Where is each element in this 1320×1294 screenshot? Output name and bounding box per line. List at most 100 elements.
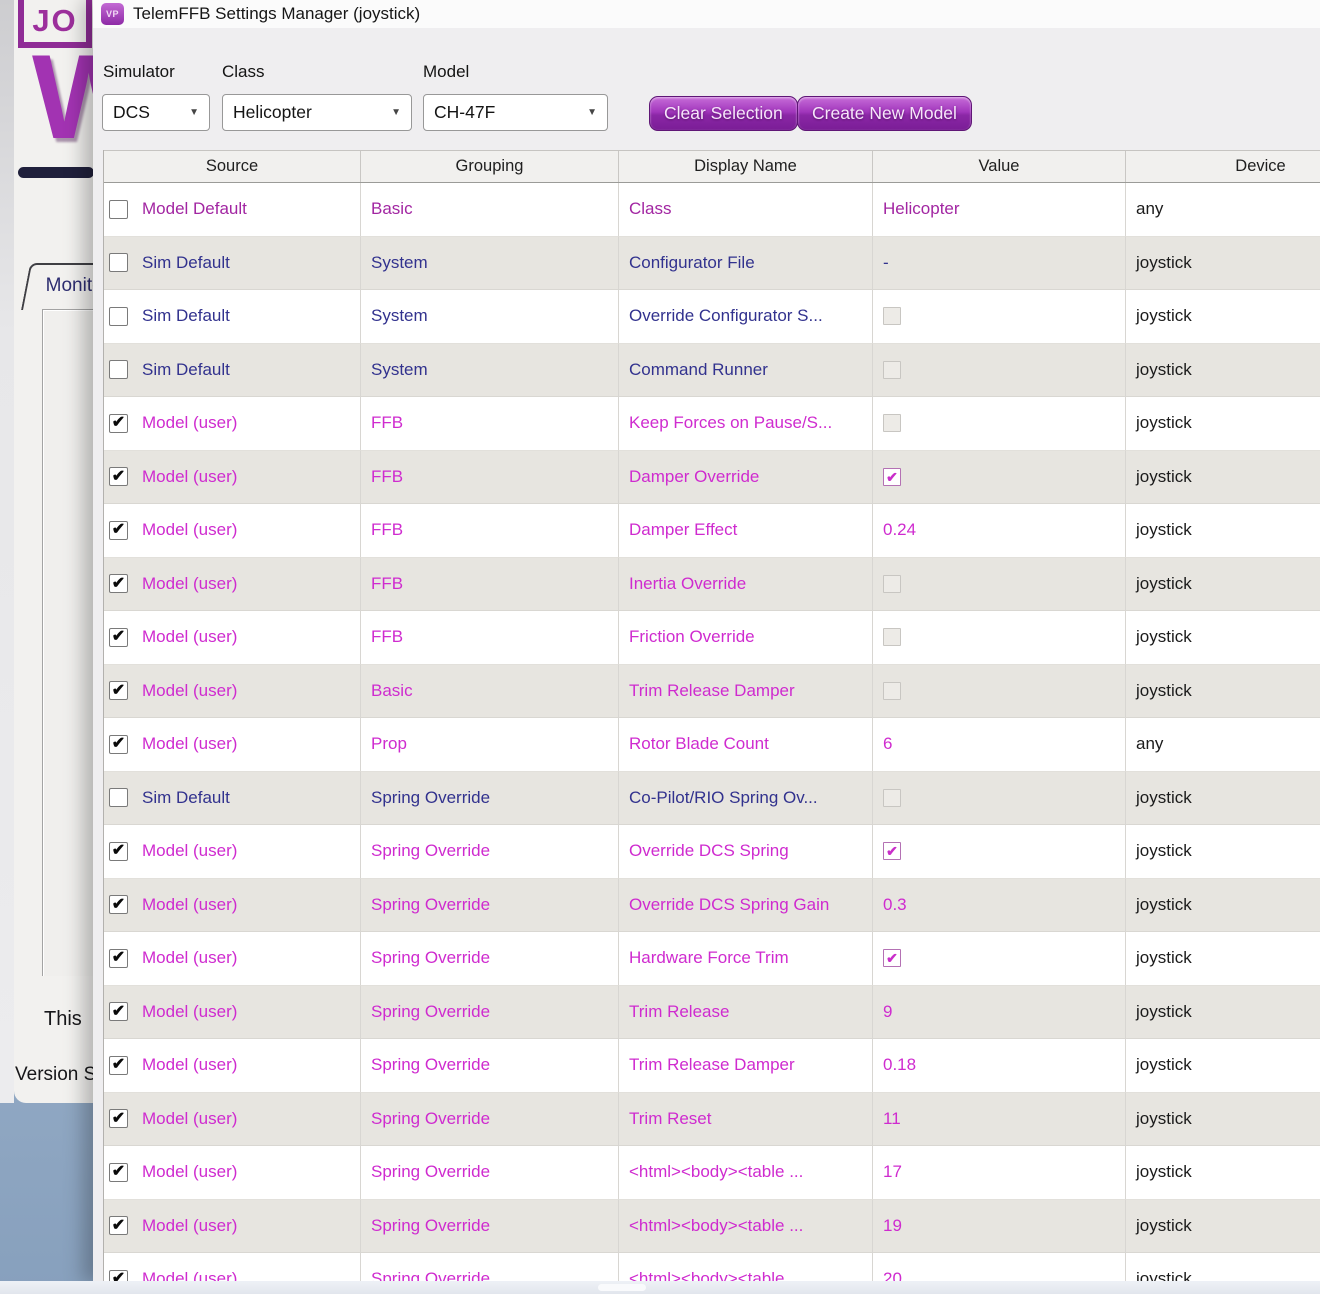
column-header-device[interactable]: Device [1126, 151, 1320, 182]
checkmark-icon: ✔ [111, 467, 126, 485]
column-header-value[interactable]: Value [873, 151, 1126, 182]
value-checkbox[interactable] [883, 307, 901, 326]
chevron-down-icon: ▼ [189, 107, 199, 118]
device-label: joystick [1136, 573, 1192, 593]
row-enabled-checkbox[interactable] [109, 253, 128, 273]
create-new-model-button[interactable]: Create New Model [797, 96, 972, 131]
value-checkbox[interactable] [883, 628, 901, 647]
row-enabled-checkbox[interactable]: ✔ [109, 467, 128, 487]
grouping-label: FFB [371, 466, 404, 486]
table-row[interactable]: ✔ Model (user) Spring Override Override DCS… [104, 878, 1320, 932]
table-body: Model Default Basic Class Helicopter any Sim … [104, 183, 1320, 1283]
source-label: Model (user) [142, 1162, 238, 1182]
table-row[interactable]: ✔ Model (user) Spring Override <html><body>… [104, 1253, 1320, 1283]
class-select[interactable]: Helicopter ▼ [222, 94, 412, 131]
table-row[interactable]: ✔ Model (user) FFB Damper Override ✔ joystick [104, 450, 1320, 504]
value-text[interactable]: 6 [883, 734, 892, 754]
row-enabled-checkbox[interactable]: ✔ [109, 841, 128, 861]
row-enabled-checkbox[interactable]: ✔ [109, 627, 128, 647]
column-header-grouping[interactable]: Grouping [361, 151, 619, 182]
display-name-cell: Rotor Blade Count [619, 718, 873, 772]
checkmark-icon: ✔ [111, 1216, 126, 1234]
row-enabled-checkbox[interactable] [109, 788, 128, 808]
table-row[interactable]: ✔ Model (user) Spring Override Trim Release… [104, 985, 1320, 1039]
row-enabled-checkbox[interactable]: ✔ [109, 1055, 128, 1075]
source-cell: ✔ Model (user) [104, 1199, 361, 1253]
row-enabled-checkbox[interactable]: ✔ [109, 948, 128, 968]
checkmark-icon: ✔ [111, 681, 126, 699]
device-cell: joystick [1126, 1146, 1320, 1200]
simulator-label: Simulator [103, 62, 175, 81]
source-cell: ✔ Model (user) [104, 611, 361, 665]
table-row[interactable]: ✔ Model (user) Spring Override Override DCS… [104, 825, 1320, 879]
table-row[interactable]: ✔ Model (user) Spring Override <html><body>… [104, 1146, 1320, 1200]
row-enabled-checkbox[interactable] [109, 199, 128, 219]
table-row[interactable]: Sim Default System Command Runner joystick [104, 343, 1320, 397]
row-enabled-checkbox[interactable]: ✔ [109, 895, 128, 915]
table-row[interactable]: ✔ Model (user) Spring Override Trim Release… [104, 1039, 1320, 1093]
row-enabled-checkbox[interactable]: ✔ [109, 1109, 128, 1129]
grouping-cell: Spring Override [361, 1039, 619, 1093]
device-label: joystick [1136, 894, 1192, 914]
value-checkbox[interactable] [883, 414, 901, 433]
value-text[interactable]: Helicopter [883, 199, 960, 219]
table-row[interactable]: ✔ Model (user) FFB Keep Forces on Pause/S..… [104, 397, 1320, 451]
source-label: Model (user) [142, 948, 238, 968]
simulator-select[interactable]: DCS ▼ [102, 94, 210, 131]
row-enabled-checkbox[interactable]: ✔ [109, 1002, 128, 1022]
table-row[interactable]: ✔ Model (user) Spring Override Hardware For… [104, 932, 1320, 986]
row-enabled-checkbox[interactable] [109, 360, 128, 380]
grouping-label: Spring Override [371, 894, 491, 914]
row-enabled-checkbox[interactable]: ✔ [109, 681, 128, 701]
table-row[interactable]: Sim Default Spring Override Co-Pilot/RIO S… [104, 771, 1320, 825]
grouping-label: Spring Override [371, 1215, 491, 1235]
checkmark-icon: ✔ [111, 521, 126, 539]
table-row[interactable]: ✔ Model (user) FFB Damper Effect 0.24 joystic… [104, 504, 1320, 558]
row-enabled-checkbox[interactable]: ✔ [109, 1162, 128, 1182]
value-cell: 17 [873, 1146, 1126, 1200]
value-text[interactable]: 0.18 [883, 1055, 916, 1075]
table-row[interactable]: ✔ Model (user) FFB Inertia Override joystick [104, 557, 1320, 611]
table-row[interactable]: ✔ Model (user) Prop Rotor Blade Count 6 any [104, 718, 1320, 772]
value-text[interactable]: 19 [883, 1216, 902, 1236]
taskbar-handle[interactable] [598, 1284, 646, 1291]
tab-monitor[interactable]: Monitor [21, 263, 93, 310]
grouping-cell: Spring Override [361, 985, 619, 1039]
clear-selection-button[interactable]: Clear Selection [649, 96, 798, 131]
value-checkbox[interactable] [883, 574, 901, 593]
table-row[interactable]: ✔ Model (user) Spring Override Trim Reset 11… [104, 1092, 1320, 1146]
value-text[interactable]: 0.3 [883, 895, 907, 915]
table-row[interactable]: ✔ Model (user) Spring Override <html><body>… [104, 1199, 1320, 1253]
device-label: joystick [1136, 1055, 1192, 1075]
row-enabled-checkbox[interactable]: ✔ [109, 520, 128, 540]
grouping-cell: System [361, 290, 619, 344]
row-enabled-checkbox[interactable]: ✔ [109, 1216, 128, 1236]
value-text[interactable]: 17 [883, 1162, 902, 1182]
value-cell: Helicopter [873, 183, 1126, 237]
value-text[interactable]: 0.24 [883, 520, 916, 540]
value-checkbox[interactable] [883, 681, 901, 700]
row-enabled-checkbox[interactable]: ✔ [109, 413, 128, 433]
table-row[interactable]: Sim Default System Configurator File - joyst… [104, 236, 1320, 290]
table-row[interactable]: Sim Default System Override Configurator S… [104, 290, 1320, 344]
row-enabled-checkbox[interactable] [109, 306, 128, 326]
table-row[interactable]: ✔ Model (user) FFB Friction Override joystic… [104, 611, 1320, 665]
display-name-label: Trim Reset [629, 1108, 712, 1128]
row-enabled-checkbox[interactable]: ✔ [109, 574, 128, 594]
value-text[interactable]: - [883, 253, 889, 273]
row-enabled-checkbox[interactable]: ✔ [109, 734, 128, 754]
table-row[interactable]: ✔ Model (user) Basic Trim Release Damper joy… [104, 664, 1320, 718]
value-checkbox[interactable] [883, 788, 901, 807]
value-checkbox[interactable]: ✔ [883, 467, 901, 486]
value-text[interactable]: 9 [883, 1002, 892, 1022]
column-header-display-name[interactable]: Display Name [619, 151, 873, 182]
model-select[interactable]: CH-47F ▼ [423, 94, 608, 131]
column-header-source[interactable]: Source [104, 151, 361, 182]
table-row[interactable]: Model Default Basic Class Helicopter any [104, 183, 1320, 237]
value-checkbox[interactable]: ✔ [883, 842, 901, 861]
value-checkbox[interactable] [883, 360, 901, 379]
value-text[interactable]: 11 [883, 1109, 901, 1129]
checkmark-icon: ✔ [111, 895, 126, 913]
title-bar[interactable]: VP TelemFFB Settings Manager (joystick) [93, 0, 1320, 28]
value-checkbox[interactable]: ✔ [883, 949, 901, 968]
